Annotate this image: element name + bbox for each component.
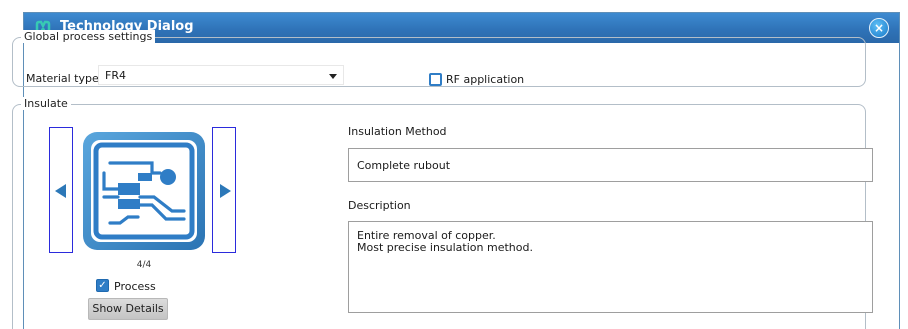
material-type-label: Material type <box>26 72 99 85</box>
insulation-method-field: Complete rubout <box>348 148 873 182</box>
description-label: Description <box>348 199 411 212</box>
close-icon: × <box>873 21 885 35</box>
arrow-right-icon <box>220 184 231 198</box>
insulation-method-value: Complete rubout <box>357 159 451 172</box>
material-type-value: FR4 <box>105 69 126 82</box>
description-field: Entire removal of copper. Most precise i… <box>348 221 873 313</box>
previous-process-button[interactable] <box>49 127 73 253</box>
pcb-rubout-icon <box>83 132 205 250</box>
insulate-label: Insulate <box>21 97 71 110</box>
insulation-method-label: Insulation Method <box>348 125 447 138</box>
arrow-left-icon <box>55 184 66 198</box>
process-counter: 4/4 <box>136 260 152 270</box>
description-line: Most precise insulation method. <box>357 241 533 254</box>
rf-application-checkbox[interactable] <box>429 73 442 86</box>
global-settings-label: Global process settings <box>21 30 156 43</box>
chevron-down-icon <box>329 74 337 79</box>
show-details-button[interactable]: Show Details <box>88 298 168 320</box>
rf-application-label[interactable]: RF application <box>446 73 524 86</box>
close-button[interactable]: × <box>869 18 889 38</box>
process-checkbox[interactable]: ✓ <box>96 279 109 292</box>
checkmark-icon: ✓ <box>98 280 107 291</box>
next-process-button[interactable] <box>212 127 236 253</box>
process-label[interactable]: Process <box>114 280 156 293</box>
material-type-dropdown[interactable]: FR4 <box>98 65 344 85</box>
